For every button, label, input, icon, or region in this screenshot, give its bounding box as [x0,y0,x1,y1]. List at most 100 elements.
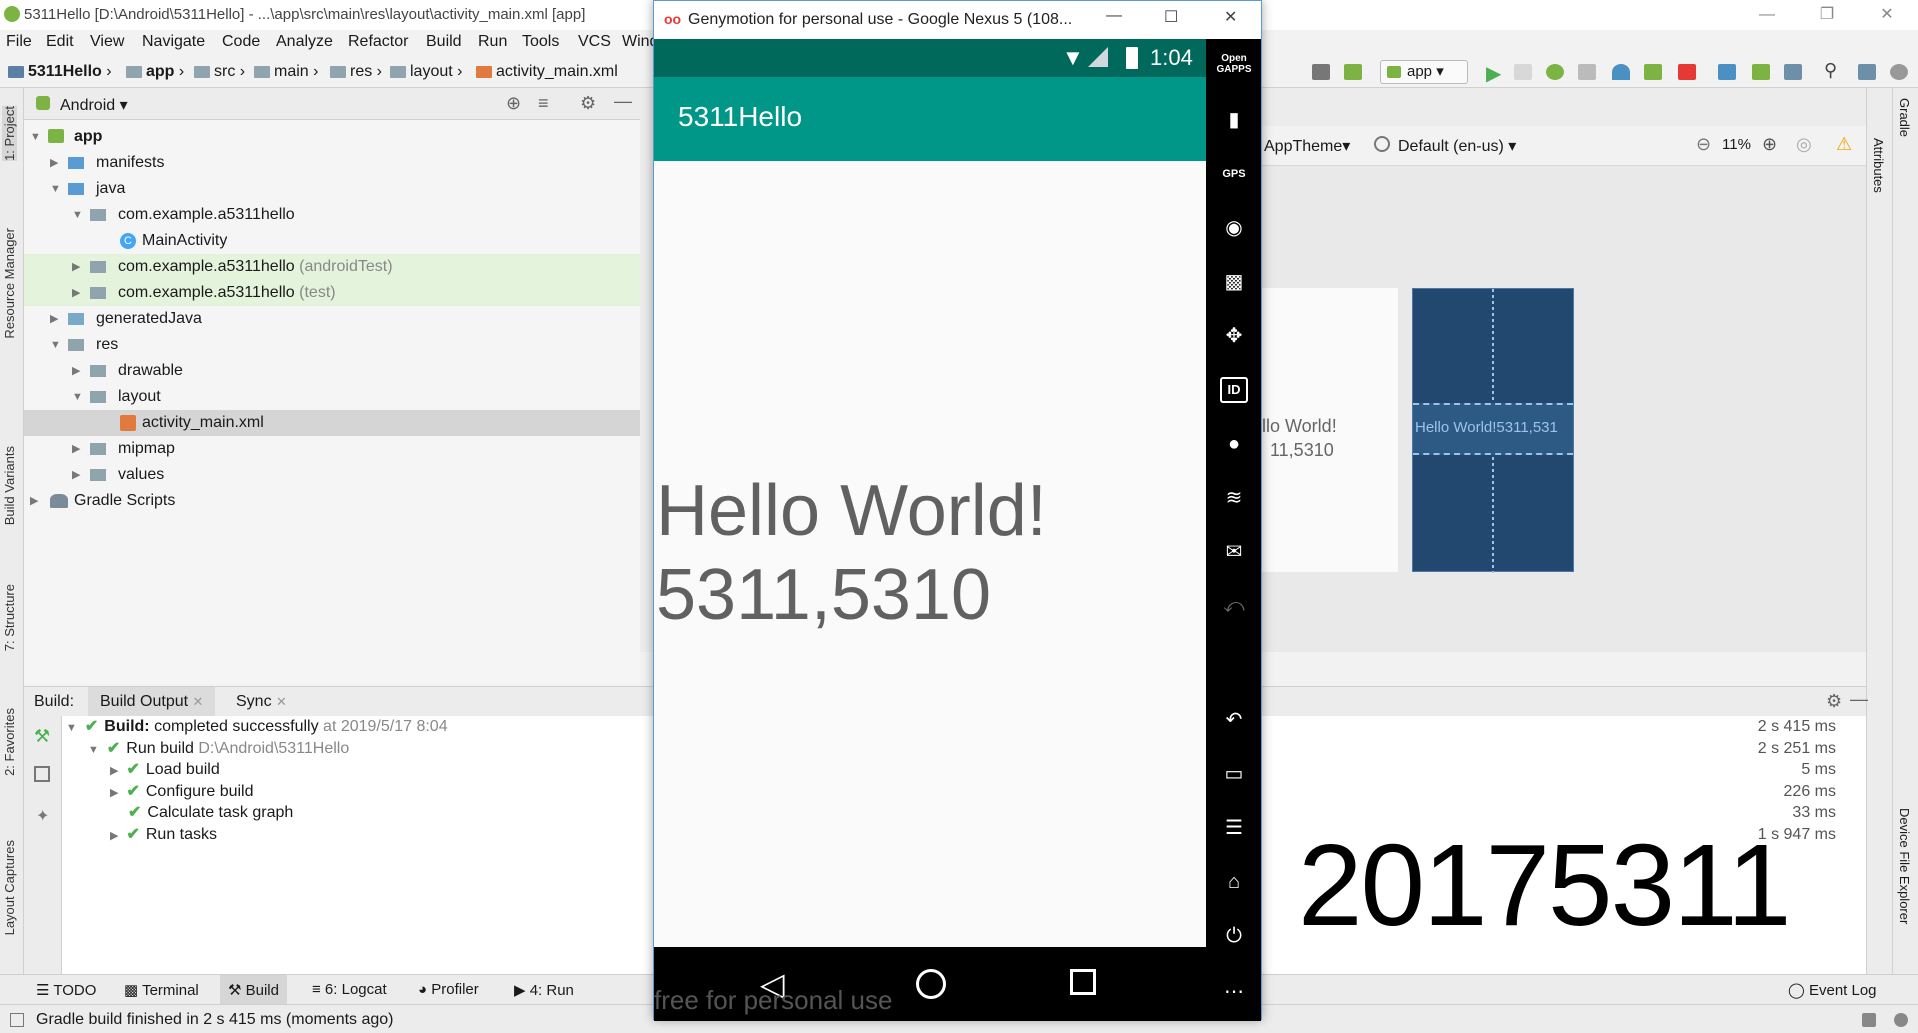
account-icon[interactable] [1890,64,1908,80]
coverage-icon[interactable] [1578,64,1596,80]
tab-sync[interactable]: Sync ✕ [236,693,287,711]
expand-arrow-icon[interactable]: ▼ [88,744,99,756]
tool-tab-todo[interactable]: ☰ TODO [36,981,96,999]
gear-icon[interactable]: ⚙ [1826,691,1842,712]
build-row-run-tasks[interactable]: ▶ ✔ Run tasks [110,824,217,846]
stop-icon[interactable] [1678,64,1696,80]
tool-tab-project[interactable]: 1: Project [2,106,17,161]
build-row-load-build[interactable]: ▶ ✔ Load build [110,759,220,781]
menu-refactor[interactable]: Refactor [348,33,408,51]
hammer-icon[interactable]: ⚒ [34,726,50,747]
zoom-out-icon[interactable]: ⊖ [1696,134,1711,155]
close-tab-icon[interactable]: ✕ [193,694,204,709]
tool-tab-build-variants[interactable]: Build Variants [2,446,17,525]
dpad-icon[interactable]: ✥ [1220,323,1248,349]
theme-select[interactable]: AppTheme▾ [1264,136,1350,156]
expand-arrow-icon[interactable]: ▶ [110,830,118,842]
tree-item-package-androidtest[interactable]: ▶ com.example.a5311hello (androidTest) [24,254,640,280]
avd-manager-icon[interactable] [1752,64,1770,80]
menu-file[interactable]: File [6,33,32,51]
build-row-configure-build[interactable]: ▶ ✔ Configure build [110,781,254,803]
zoom-in-icon[interactable]: ⊕ [1762,134,1777,155]
locate-icon[interactable]: ⊕ [506,93,521,114]
disk-io-icon[interactable]: ● [1220,431,1248,457]
tree-item-res[interactable]: ▼ res [24,332,640,358]
battery-widget-icon[interactable]: ▮ [1220,107,1248,133]
menu-tools[interactable]: Tools [522,33,559,51]
sync-icon[interactable] [1718,64,1736,80]
toggle-view-icon[interactable] [34,766,50,782]
expand-arrow-icon[interactable]: ▼ [50,332,61,358]
breadcrumb-main[interactable]: main › [254,63,318,81]
tool-tab-run[interactable]: ▶ 4: Run [514,981,574,999]
profiler-icon[interactable] [1612,64,1630,80]
close-tab-icon[interactable]: ✕ [276,694,287,709]
recents-icon[interactable] [1070,969,1096,995]
open-gapps-button[interactable]: Open GAPPS [1212,53,1256,75]
power-icon[interactable]: ⏻ [1220,923,1248,949]
expand-arrow-icon[interactable]: ▼ [66,722,77,734]
sms-icon[interactable]: ✉ [1220,539,1248,565]
expand-arrow-icon[interactable]: ▶ [72,436,80,462]
expand-arrow-icon[interactable]: ▶ [50,150,58,176]
expand-arrow-icon[interactable]: ▶ [110,787,118,799]
tree-item-values[interactable]: ▶ values [24,462,640,488]
build-row-run-build[interactable]: ▼ ✔ Run build D:\Android\5311Hello [88,738,349,760]
expand-arrow-icon[interactable]: ▼ [72,384,83,410]
breadcrumb-layout[interactable]: layout › [390,63,462,81]
restore-button[interactable]: ❐ [1804,0,1850,30]
menu-button-icon[interactable]: ☰ [1220,815,1248,841]
expand-arrow-icon[interactable]: ▶ [72,462,80,488]
recent-apps-icon[interactable]: ▭ [1220,761,1248,787]
zoom-fit-icon[interactable]: ◎ [1796,134,1812,155]
pin-icon[interactable]: ✦ [36,806,49,826]
debug-icon[interactable] [1546,64,1564,80]
design-preview[interactable]: llo World! 11,5310 [1262,288,1398,572]
hide-panel-icon[interactable]: — [1850,689,1868,710]
tree-item-activity-main-xml[interactable]: activity_main.xml [24,410,640,436]
tree-item-package[interactable]: ▼ com.example.a5311hello [24,202,640,228]
collapse-all-icon[interactable]: ≡ [538,93,549,114]
locale-select[interactable]: Default (en-us) ▾ [1398,136,1516,156]
status-toggle-icon[interactable] [10,1013,24,1027]
back-button-icon[interactable]: ↶ [1220,707,1248,733]
tool-tab-profiler[interactable]: ◕ Profiler [418,981,479,998]
expand-arrow-icon[interactable]: ▼ [30,124,41,150]
expand-arrow-icon[interactable]: ▶ [30,488,38,514]
tree-item-generated-java[interactable]: ▶ generatedJava [24,306,640,332]
hammer-icon[interactable] [1344,64,1362,80]
breadcrumb-app[interactable]: app › [126,63,184,81]
breadcrumb-src[interactable]: src › [194,63,245,81]
tree-item-package-test[interactable]: ▶ com.example.a5311hello (test) [24,280,640,306]
gps-widget-icon[interactable]: GPS [1220,161,1248,187]
tool-tab-device-file-explorer[interactable]: Device File Explorer [1897,808,1912,924]
project-structure-icon[interactable] [1858,64,1876,80]
expand-arrow-icon[interactable]: ▶ [72,254,80,280]
hide-panel-icon[interactable]: — [614,91,632,112]
tool-tab-build[interactable]: ⚒ Build [220,975,287,1005]
screencast-icon[interactable]: ▩ [1220,269,1248,295]
home-icon[interactable] [916,969,946,999]
tree-item-gradle-scripts[interactable]: ▶ Gradle Scripts [24,488,640,514]
run-config-select[interactable]: app ▾ [1380,60,1468,84]
maximize-button[interactable]: ☐ [1164,7,1178,27]
apply-changes-icon[interactable] [1514,64,1532,80]
breadcrumb-file[interactable]: activity_main.xml [476,63,618,81]
menu-code[interactable]: Code [222,33,260,51]
attach-debugger-icon[interactable] [1644,64,1662,80]
build-row-task-graph[interactable]: ✔ Calculate task graph [128,802,293,824]
search-icon[interactable]: ⚲ [1824,60,1837,81]
tool-tab-attributes[interactable]: Attributes [1871,138,1886,193]
project-view-select[interactable]: Android ▾ [60,95,128,115]
expand-arrow-icon[interactable]: ▶ [72,358,80,384]
breadcrumb-project[interactable]: 5311Hello › [8,63,112,81]
tool-tab-event-log[interactable]: ◯ Event Log [1788,981,1877,999]
inspector-icon[interactable] [1894,1013,1908,1027]
tree-item-main-activity[interactable]: C MainActivity [24,228,640,254]
tool-tab-favorites[interactable]: 2: Favorites [2,708,17,776]
tool-tab-layout-captures[interactable]: Layout Captures [2,840,17,935]
run-icon[interactable]: ▶ [1486,61,1501,86]
tree-item-manifests[interactable]: ▶ manifests [24,150,640,176]
menu-analyze[interactable]: Analyze [276,33,333,51]
menu-navigate[interactable]: Navigate [142,33,205,51]
